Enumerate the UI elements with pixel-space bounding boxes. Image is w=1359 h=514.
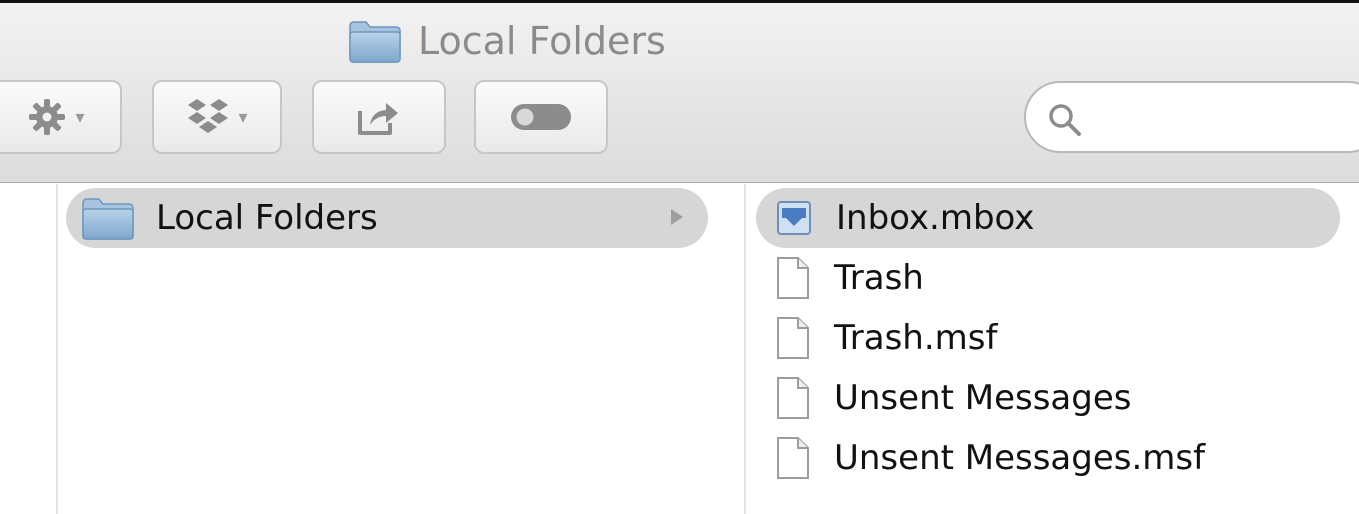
column-browser: Local Folders Inbox.mbox Trash Trash.msf… — [0, 184, 1359, 514]
disclosure-triangle-icon — [671, 209, 683, 225]
list-item-inbox-mbox[interactable]: Inbox.mbox — [756, 188, 1340, 248]
list-item-trash-msf[interactable]: Trash.msf — [756, 308, 1340, 368]
title-toolbar-area: Local Folders ▾ ▾ — [0, 3, 1359, 183]
dropbox-icon — [188, 99, 229, 133]
toggle-icon — [511, 104, 571, 130]
document-icon — [777, 257, 809, 299]
chevron-down-icon: ▾ — [238, 106, 248, 128]
search-icon — [1049, 104, 1081, 136]
document-icon — [777, 377, 809, 419]
list-item-unsent-messages-msf[interactable]: Unsent Messages.msf — [756, 428, 1340, 488]
list-item-label: Inbox.mbox — [836, 198, 1035, 238]
mailbox-icon — [777, 201, 811, 235]
share-icon — [358, 103, 398, 135]
locations-column[interactable]: Local Folders — [60, 184, 746, 514]
chevron-down-icon: ▾ — [75, 106, 85, 128]
list-item-label: Unsent Messages.msf — [834, 438, 1206, 478]
share-button[interactable] — [312, 80, 446, 154]
files-column[interactable]: Inbox.mbox Trash Trash.msf Unsent Messag… — [748, 184, 1359, 514]
dropbox-menu-button[interactable]: ▾ — [152, 80, 282, 154]
action-menu-button[interactable]: ▾ — [0, 80, 122, 154]
list-item-local-folders[interactable]: Local Folders — [66, 188, 708, 248]
folder-icon — [82, 198, 134, 240]
list-item-label: Local Folders — [156, 198, 378, 238]
gear-icon — [29, 99, 66, 135]
document-icon — [777, 437, 809, 479]
search-field[interactable] — [1024, 81, 1359, 153]
tags-button[interactable] — [474, 80, 608, 154]
folder-icon — [349, 21, 401, 63]
list-item-unsent-messages[interactable]: Unsent Messages — [756, 368, 1340, 428]
window-title-text: Local Folders — [418, 19, 666, 63]
document-icon — [777, 317, 809, 359]
finder-window: Local Folders ▾ ▾ Local Folders Inbox.mb… — [0, 0, 1359, 514]
previous-column[interactable] — [0, 184, 58, 514]
list-item-label: Unsent Messages — [834, 378, 1132, 418]
list-item-label: Trash.msf — [834, 318, 998, 358]
window-title: Local Folders — [348, 15, 666, 67]
list-item-label: Trash — [834, 258, 924, 298]
list-item-trash[interactable]: Trash — [756, 248, 1340, 308]
